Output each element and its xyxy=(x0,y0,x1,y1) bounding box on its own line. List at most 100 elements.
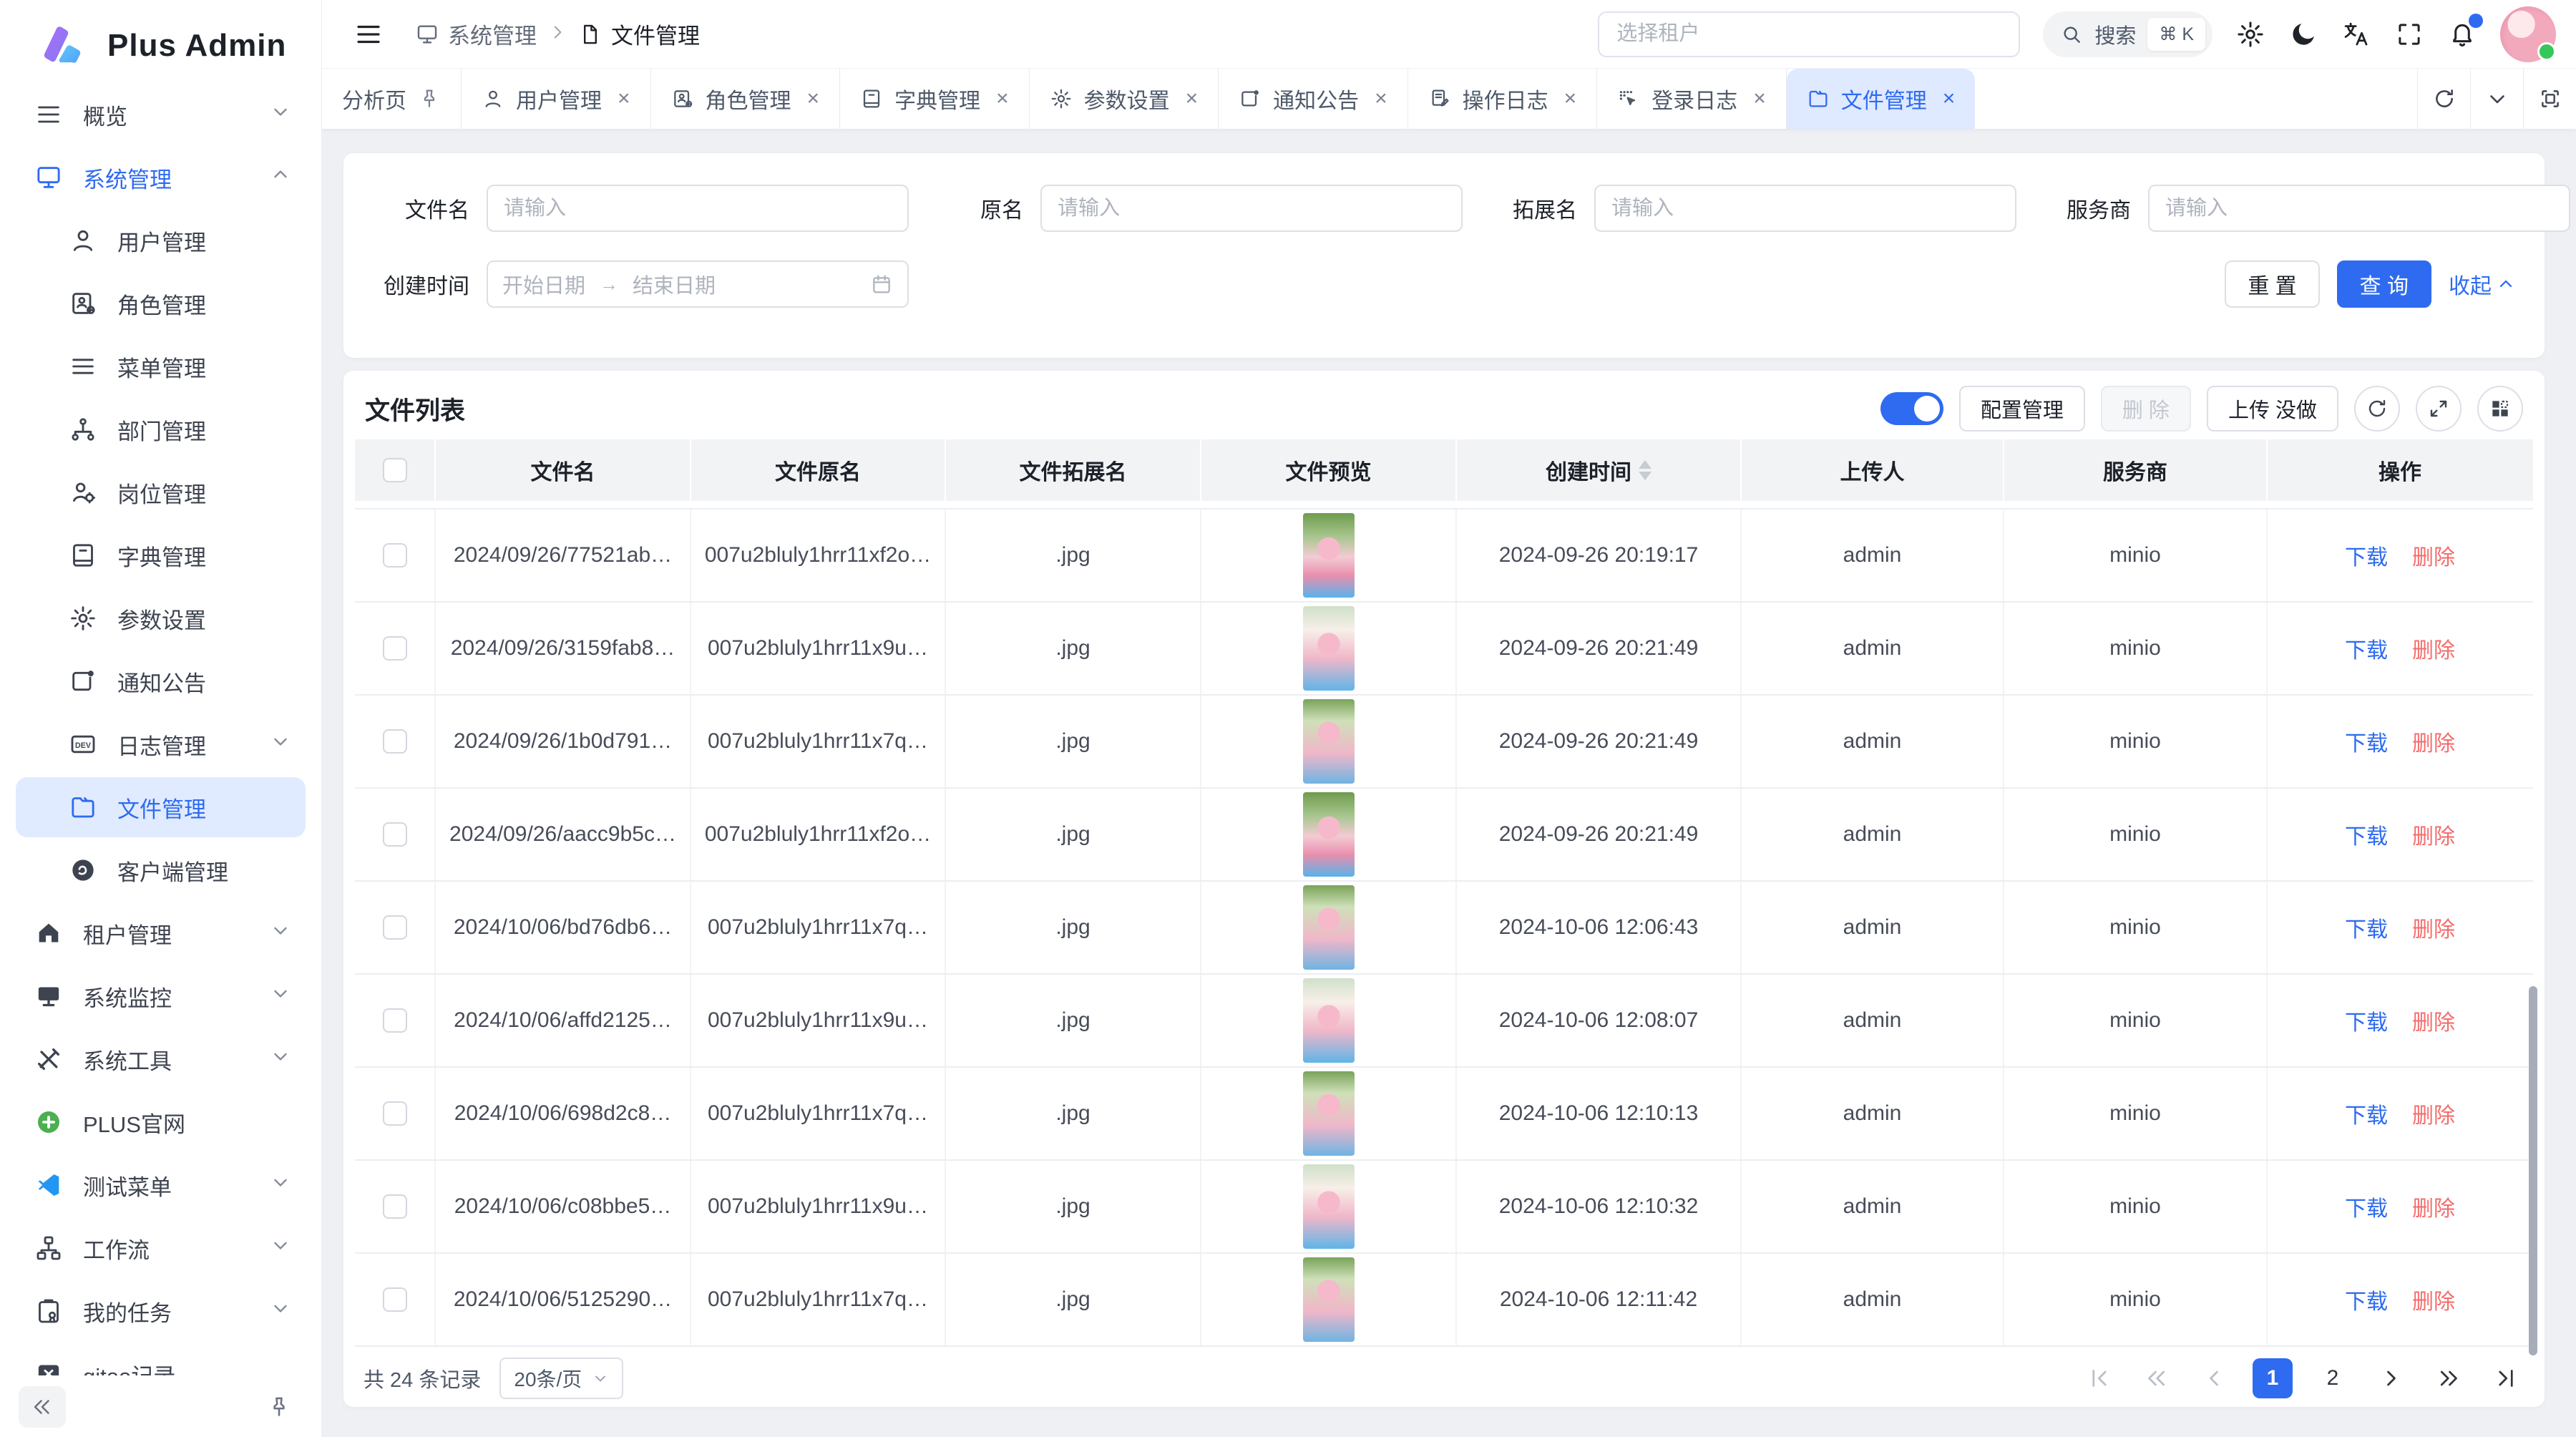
filter-input-2[interactable] xyxy=(1594,185,2016,232)
sidebar-item-14[interactable]: 系统监控 xyxy=(16,966,306,1026)
sidebar-item-10[interactable]: DEV 日志管理 xyxy=(16,714,306,774)
tab-close-icon[interactable]: × xyxy=(1943,87,1956,111)
tab-close-icon[interactable]: × xyxy=(1753,87,1766,111)
select-all-checkbox[interactable] xyxy=(383,458,407,482)
row-checkbox[interactable] xyxy=(383,1194,407,1219)
first-page-button[interactable] xyxy=(2081,1360,2118,1397)
file-preview-image[interactable] xyxy=(1303,1071,1355,1156)
sidebar-item-8[interactable]: 参数设置 xyxy=(16,588,306,648)
breadcrumb-item-system[interactable]: 系统管理 xyxy=(415,18,537,50)
row-checkbox[interactable] xyxy=(383,636,407,661)
row-checkbox[interactable] xyxy=(383,1101,407,1126)
row-checkbox[interactable] xyxy=(383,822,407,847)
forward-five-pages-button[interactable] xyxy=(2430,1360,2467,1397)
sidebar-item-13[interactable]: 租户管理 xyxy=(16,903,306,963)
breadcrumb-item-files[interactable]: 文件管理 xyxy=(578,18,700,50)
file-preview-image[interactable] xyxy=(1303,513,1355,598)
sidebar-item-1[interactable]: 系统管理 xyxy=(16,147,306,208)
download-link[interactable]: 下载 xyxy=(2345,819,2388,850)
sidebar-item-7[interactable]: 字典管理 xyxy=(16,525,306,585)
sidebar-item-12[interactable]: 客户端管理 xyxy=(16,840,306,900)
download-link[interactable]: 下载 xyxy=(2345,1191,2388,1222)
column-settings-button[interactable] xyxy=(2477,386,2523,432)
file-preview-image[interactable] xyxy=(1303,978,1355,1063)
tab-1[interactable]: 用户管理 × xyxy=(462,69,651,129)
row-checkbox[interactable] xyxy=(383,1287,407,1312)
download-link[interactable]: 下载 xyxy=(2345,912,2388,943)
sidebar-item-11[interactable]: 文件管理 xyxy=(16,777,306,837)
user-avatar[interactable] xyxy=(2500,6,2556,62)
settings-button[interactable] xyxy=(2235,19,2265,49)
delete-link[interactable]: 删除 xyxy=(2412,726,2455,757)
download-link[interactable]: 下载 xyxy=(2345,1005,2388,1036)
notifications-button[interactable] xyxy=(2447,19,2477,49)
global-search[interactable]: 搜索 ⌘ K xyxy=(2043,11,2212,57)
page-button-2[interactable]: 2 xyxy=(2313,1358,2353,1398)
row-checkbox[interactable] xyxy=(383,1008,407,1033)
query-button[interactable]: 查 询 xyxy=(2337,260,2431,308)
download-link[interactable]: 下载 xyxy=(2345,633,2388,664)
filter-input-3[interactable] xyxy=(2148,185,2570,232)
sidebar-item-3[interactable]: 角色管理 xyxy=(16,273,306,333)
menu-toggle-button[interactable] xyxy=(353,19,384,49)
delete-link[interactable]: 删除 xyxy=(2412,633,2455,664)
page-button-1[interactable]: 1 xyxy=(2253,1358,2293,1398)
download-link[interactable]: 下载 xyxy=(2345,540,2388,571)
delete-link[interactable]: 删除 xyxy=(2412,1191,2455,1222)
delete-link[interactable]: 删除 xyxy=(2412,819,2455,850)
file-preview-image[interactable] xyxy=(1303,885,1355,970)
file-preview-image[interactable] xyxy=(1303,1164,1355,1249)
row-checkbox[interactable] xyxy=(383,543,407,568)
tab-close-icon[interactable]: × xyxy=(996,87,1009,111)
delete-link[interactable]: 删除 xyxy=(2412,1098,2455,1129)
file-preview-image[interactable] xyxy=(1303,1257,1355,1342)
tab-0[interactable]: 分析页 xyxy=(322,69,462,129)
tenant-select-input[interactable] xyxy=(1598,11,2020,57)
sidebar-item-4[interactable]: 菜单管理 xyxy=(16,336,306,396)
table-refresh-button[interactable] xyxy=(2354,386,2400,432)
sidebar-item-17[interactable]: 测试菜单 xyxy=(16,1155,306,1215)
sidebar-item-9[interactable]: 通知公告 xyxy=(16,651,306,711)
tab-close-icon[interactable]: × xyxy=(807,87,820,111)
tab-7[interactable]: 登录日志 × xyxy=(1597,69,1787,129)
sidebar-item-19[interactable]: 我的任务 xyxy=(16,1281,306,1341)
tab-more-button[interactable] xyxy=(2470,69,2523,129)
file-preview-image[interactable] xyxy=(1303,699,1355,784)
last-page-button[interactable] xyxy=(2487,1360,2524,1397)
tab-2[interactable]: 角色管理 × xyxy=(651,69,841,129)
sidebar-item-20[interactable]: gitee记录 xyxy=(16,1344,306,1375)
tab-close-icon[interactable]: × xyxy=(1375,87,1387,111)
sidebar-pin-button[interactable] xyxy=(255,1386,303,1428)
fullscreen-button[interactable] xyxy=(2394,19,2424,49)
content-fullscreen-button[interactable] xyxy=(2523,69,2576,129)
filter-input-1[interactable] xyxy=(1040,185,1463,232)
sidebar-item-2[interactable]: 用户管理 xyxy=(16,210,306,271)
delete-link[interactable]: 删除 xyxy=(2412,912,2455,943)
back-five-pages-button[interactable] xyxy=(2138,1360,2175,1397)
delete-link[interactable]: 删除 xyxy=(2412,1005,2455,1036)
file-preview-image[interactable] xyxy=(1303,606,1355,691)
tab-close-icon[interactable]: × xyxy=(618,87,630,111)
sidebar-collapse-button[interactable] xyxy=(19,1386,66,1428)
tab-8[interactable]: 文件管理 × xyxy=(1787,69,1976,129)
download-link[interactable]: 下载 xyxy=(2345,726,2388,757)
search-panel-toggle[interactable] xyxy=(1880,392,1943,425)
reset-button[interactable]: 重 置 xyxy=(2225,260,2319,308)
tab-6[interactable]: 操作日志 × xyxy=(1408,69,1598,129)
page-size-select[interactable]: 20条/页 xyxy=(499,1358,623,1399)
delete-link[interactable]: 删除 xyxy=(2412,1284,2455,1315)
sidebar-item-15[interactable]: 系统工具 xyxy=(16,1029,306,1089)
vertical-scrollbar-thumb[interactable] xyxy=(2529,986,2537,1355)
tab-refresh-button[interactable] xyxy=(2417,69,2470,129)
sidebar-item-5[interactable]: 部门管理 xyxy=(16,399,306,459)
upload-button[interactable]: 上传 没做 xyxy=(2207,386,2338,432)
row-checkbox[interactable] xyxy=(383,729,407,754)
dark-mode-button[interactable] xyxy=(2288,19,2318,49)
download-link[interactable]: 下载 xyxy=(2345,1284,2388,1315)
language-button[interactable] xyxy=(2341,19,2371,49)
date-range-input[interactable]: 开始日期 → 结束日期 xyxy=(487,260,909,308)
row-checkbox[interactable] xyxy=(383,915,407,940)
tab-3[interactable]: 字典管理 × xyxy=(840,69,1030,129)
tab-close-icon[interactable]: × xyxy=(1186,87,1199,111)
column-header-4[interactable]: 创建时间 xyxy=(1457,439,1742,501)
